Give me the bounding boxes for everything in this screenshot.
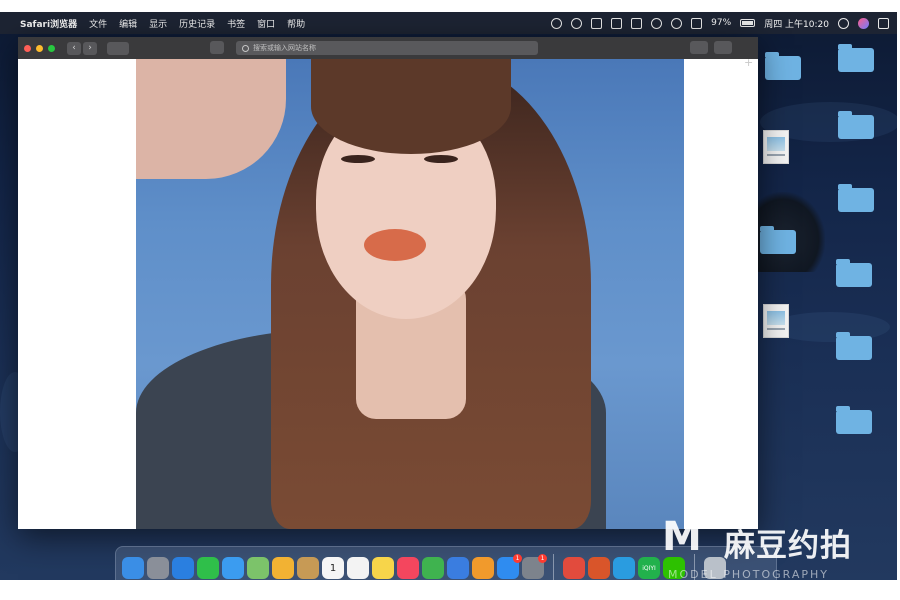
airplay-icon[interactable] (611, 17, 623, 29)
safari-window: ‹ › (18, 37, 758, 529)
folder-icon (838, 111, 874, 139)
file-label-line (767, 328, 785, 330)
image-preview (767, 137, 785, 151)
web-content (18, 59, 758, 529)
reader-icon[interactable] (210, 41, 224, 54)
safari-icon[interactable] (172, 557, 194, 579)
notes-icon[interactable] (372, 557, 394, 579)
menu-bookmarks[interactable]: 书签 (227, 17, 245, 30)
menu-window[interactable]: 窗口 (257, 17, 275, 30)
folder-icon (836, 406, 872, 434)
desktop-image-file[interactable] (763, 304, 789, 338)
siri-icon[interactable] (858, 17, 869, 29)
share-icon[interactable] (690, 41, 708, 54)
minimize-window-button[interactable] (36, 44, 43, 52)
clock[interactable]: 周四 上午10:20 (764, 17, 829, 30)
spotlight-icon[interactable] (838, 17, 849, 29)
close-window-button[interactable] (24, 44, 31, 52)
desktop-folder[interactable] (838, 42, 876, 72)
battery-percent: 97% (711, 18, 732, 28)
portrait-photo (136, 59, 684, 529)
launchpad-icon[interactable] (147, 557, 169, 579)
calendar-label: 1 (329, 562, 337, 574)
reminders-icon[interactable] (347, 557, 369, 579)
menu-bar: Safari浏览器 文件 编辑 显示 历史记录 书签 窗口 帮助 97% 周四 … (0, 12, 897, 34)
menu-edit[interactable]: 编辑 (119, 17, 137, 30)
new-tab-button[interactable]: + (744, 56, 753, 69)
photo-eye (341, 155, 375, 163)
desktop-folder[interactable] (838, 109, 876, 139)
office-icon[interactable] (588, 557, 610, 579)
tabs-overview-icon[interactable] (714, 41, 732, 54)
maps-icon[interactable] (247, 557, 269, 579)
browser-icon[interactable] (613, 557, 635, 579)
iqiyi-label: iQIYI (642, 564, 656, 572)
app-menu[interactable]: Safari浏览器 (20, 17, 77, 30)
status-area: 97% 周四 上午10:20 (551, 17, 889, 30)
address-bar[interactable] (236, 41, 538, 55)
iqiyi-icon[interactable]: iQIYI (638, 557, 660, 579)
forward-button[interactable]: › (83, 41, 97, 55)
zoom-window-button[interactable] (48, 44, 55, 52)
image-preview (767, 311, 785, 325)
watermark-subtitle: MODEL PHOTOGRAPHY (668, 568, 830, 581)
menu-help[interactable]: 帮助 (287, 17, 305, 30)
finder-icon[interactable] (122, 557, 144, 579)
numbers-icon[interactable] (422, 557, 444, 579)
file-label-line (767, 154, 785, 156)
folder-icon (765, 52, 801, 80)
system-preferences-icon[interactable]: 1 (522, 554, 547, 579)
folder-icon (836, 332, 872, 360)
notification-badge: 1 (513, 554, 522, 563)
dock-separator (553, 554, 554, 580)
calendar-icon[interactable]: 1 (322, 557, 344, 579)
address-input[interactable] (253, 44, 523, 52)
folder-icon (760, 226, 796, 254)
desktop-folder[interactable] (836, 404, 874, 434)
chrome-icon[interactable] (563, 557, 585, 579)
notification-center-icon[interactable] (878, 17, 889, 29)
search-icon (242, 44, 249, 52)
battery-icon[interactable] (740, 19, 756, 27)
messages-icon[interactable] (222, 557, 244, 579)
menu-view[interactable]: 显示 (149, 17, 167, 30)
bluetooth-icon[interactable] (651, 17, 663, 29)
music-icon[interactable] (397, 557, 419, 579)
back-button[interactable]: ‹ (67, 41, 81, 55)
watermark-logo: M (662, 514, 702, 560)
watermark: M 麻豆约拍 MODEL PHOTOGRAPHY (662, 514, 900, 584)
wechat-status-icon[interactable] (551, 17, 563, 29)
notification-badge: 1 (538, 554, 547, 563)
keynote-icon[interactable] (447, 557, 469, 579)
desktop-folder[interactable] (838, 182, 876, 212)
watermark-brand: 麻豆约拍 (724, 528, 852, 564)
desktop: Safari浏览器 文件 编辑 显示 历史记录 书签 窗口 帮助 97% 周四 … (0, 12, 897, 580)
desktop-folder[interactable] (765, 50, 803, 80)
sidebar-toggle-icon[interactable] (107, 41, 129, 55)
photo-lips (364, 229, 426, 261)
wifi-icon[interactable] (671, 17, 683, 29)
menu-history[interactable]: 历史记录 (179, 17, 215, 30)
desktop-folder[interactable] (760, 224, 798, 254)
facetime-icon[interactable] (197, 557, 219, 579)
app-store-icon[interactable]: 1 (497, 554, 522, 579)
desktop-folder[interactable] (836, 330, 874, 360)
safari-toolbar: ‹ › (18, 37, 758, 59)
volume-icon[interactable] (691, 17, 703, 29)
photos-icon[interactable] (272, 557, 294, 579)
menu-file[interactable]: 文件 (89, 17, 107, 30)
sync-status-icon[interactable] (571, 17, 583, 29)
photo-arm (136, 59, 286, 179)
photo-fringe (311, 59, 511, 154)
folder-icon (836, 259, 872, 287)
notebook-icon[interactable] (297, 557, 319, 579)
folder-icon (838, 44, 874, 72)
desktop-folder[interactable] (836, 257, 874, 287)
vector-status-icon[interactable] (591, 17, 603, 29)
keyboard-icon[interactable] (631, 17, 643, 29)
photo-eye (424, 155, 458, 163)
desktop-image-file[interactable] (763, 130, 789, 164)
pages-icon[interactable] (472, 557, 494, 579)
folder-icon (838, 184, 874, 212)
